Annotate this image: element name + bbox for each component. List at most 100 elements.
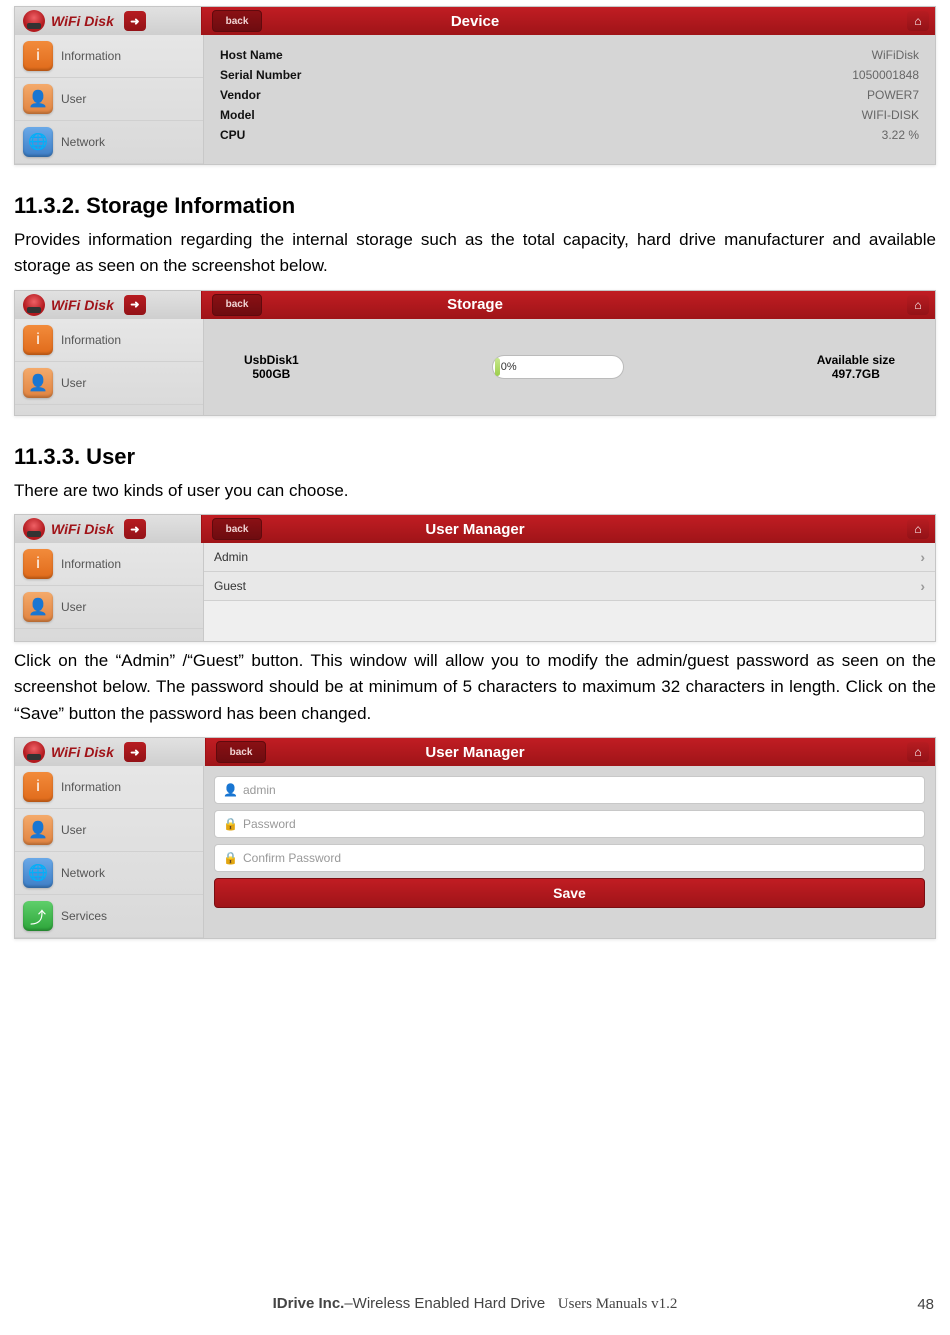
home-icon[interactable]: ⌂: [907, 742, 929, 762]
back-button[interactable]: back: [212, 294, 262, 316]
paragraph: Provides information regarding the inter…: [14, 227, 936, 280]
lock-icon: 🔒: [223, 817, 237, 831]
sidebar: i Information 👤 User: [15, 543, 204, 641]
heading-user: 11.3.3. User: [14, 444, 936, 470]
network-icon: 🌐: [23, 858, 53, 888]
password-field[interactable]: 🔒 Password: [214, 810, 925, 838]
info-row: ModelWIFI-DISK: [218, 105, 921, 125]
exit-icon[interactable]: ➜: [124, 742, 146, 762]
brand-logo-icon: [23, 10, 45, 32]
screenshot-device: WiFi Disk ➜ back Device ⌂ i Information …: [14, 6, 936, 165]
save-button[interactable]: Save: [214, 878, 925, 908]
brand-logo-icon: [23, 518, 45, 540]
exit-icon[interactable]: ➜: [124, 519, 146, 539]
disk-info: UsbDisk1 500GB: [244, 353, 299, 381]
page-title: Device: [451, 13, 499, 30]
confirm-password-field[interactable]: 🔒 Confirm Password: [214, 844, 925, 872]
page-title: Storage: [447, 296, 503, 313]
chevron-right-icon: ›: [920, 549, 925, 565]
sidebar-item-information[interactable]: i Information: [15, 35, 203, 78]
user-icon: 👤: [23, 368, 53, 398]
sidebar-item-information[interactable]: i Information: [15, 543, 203, 586]
footer-product: –Wireless Enabled Hard Drive: [344, 1295, 545, 1312]
back-button[interactable]: back: [212, 518, 262, 540]
page-title: User Manager: [425, 744, 524, 761]
brand-area: WiFi Disk ➜: [15, 515, 202, 543]
person-icon: 👤: [223, 783, 237, 797]
usage-progress: 0%: [492, 355, 624, 379]
sidebar-item-label: User: [61, 92, 86, 106]
sidebar-item-user[interactable]: 👤 User: [15, 586, 203, 629]
sidebar-item-label: Information: [61, 333, 121, 347]
username-field[interactable]: 👤 admin: [214, 776, 925, 804]
home-icon[interactable]: ⌂: [907, 519, 929, 539]
back-button[interactable]: back: [212, 10, 262, 32]
sidebar-item-label: Services: [61, 909, 107, 923]
lock-icon: 🔒: [223, 851, 237, 865]
brand-text: WiFi Disk: [51, 744, 114, 760]
sidebar-item-information[interactable]: i Information: [15, 766, 203, 809]
password-placeholder: Password: [243, 817, 296, 831]
screenshot-user-manager-list: WiFi Disk ➜ back User Manager ⌂ i Inform…: [14, 514, 936, 642]
brand-area: WiFi Disk ➜: [15, 291, 202, 319]
info-row: Serial Number1050001848: [218, 65, 921, 85]
back-button[interactable]: back: [216, 741, 266, 763]
user-icon: 👤: [23, 815, 53, 845]
brand-logo-icon: [23, 294, 45, 316]
user-row-label: Guest: [214, 579, 246, 593]
heading-storage-info: 11.3.2. Storage Information: [14, 193, 936, 219]
screenshot-storage: WiFi Disk ➜ back Storage ⌂ i Information…: [14, 290, 936, 416]
user-row-admin[interactable]: Admin ›: [204, 543, 935, 572]
sidebar-item-label: User: [61, 376, 86, 390]
page-title: User Manager: [425, 521, 524, 538]
user-icon: 👤: [23, 592, 53, 622]
sidebar-item-user[interactable]: 👤 User: [15, 362, 203, 405]
confirm-placeholder: Confirm Password: [243, 851, 341, 865]
brand-area: WiFi Disk ➜: [15, 7, 202, 35]
app-header: WiFi Disk ➜ back User Manager ⌂: [15, 515, 935, 543]
info-icon: i: [23, 41, 53, 71]
app-header: WiFi Disk ➜ back User Manager ⌂: [15, 738, 935, 766]
app-header: WiFi Disk ➜ back Storage ⌂: [15, 291, 935, 319]
brand-text: WiFi Disk: [51, 13, 114, 29]
services-icon: ⤴: [23, 901, 53, 931]
sidebar-item-user[interactable]: 👤 User: [15, 809, 203, 852]
brand-logo-icon: [23, 741, 45, 763]
sidebar-item-label: Network: [61, 135, 105, 149]
sidebar-item-network[interactable]: 🌐 Network: [15, 121, 203, 164]
sidebar-item-label: Information: [61, 557, 121, 571]
info-row: Host NameWiFiDisk: [218, 45, 921, 65]
user-row-label: Admin: [214, 550, 248, 564]
sidebar-item-information[interactable]: i Information: [15, 319, 203, 362]
username-value: admin: [243, 783, 276, 797]
available-info: Available size 497.7GB: [817, 353, 895, 381]
info-icon: i: [23, 325, 53, 355]
sidebar-item-network[interactable]: 🌐 Network: [15, 852, 203, 895]
sidebar-item-label: Network: [61, 866, 105, 880]
home-icon[interactable]: ⌂: [907, 295, 929, 315]
exit-icon[interactable]: ➜: [124, 295, 146, 315]
user-row-guest[interactable]: Guest ›: [204, 572, 935, 601]
paragraph: Click on the “Admin” /“Guest” button. Th…: [14, 648, 936, 727]
footer-company: IDrive Inc.: [273, 1295, 345, 1312]
screenshot-user-manager-form: WiFi Disk ➜ back User Manager ⌂ i Inform…: [14, 737, 936, 939]
exit-icon[interactable]: ➜: [124, 11, 146, 31]
home-icon[interactable]: ⌂: [907, 11, 929, 31]
info-icon: i: [23, 549, 53, 579]
brand-text: WiFi Disk: [51, 297, 114, 313]
info-row: VendorPOWER7: [218, 85, 921, 105]
sidebar: i Information 👤 User 🌐 Network ⤴ Service…: [15, 766, 204, 938]
page-number: 48: [917, 1296, 934, 1313]
sidebar-item-services[interactable]: ⤴ Services: [15, 895, 203, 938]
app-header: WiFi Disk ➜ back Device ⌂: [15, 7, 935, 35]
user-form: 👤 admin 🔒 Password 🔒 Confirm Password Sa…: [204, 766, 935, 938]
info-icon: i: [23, 772, 53, 802]
sidebar-item-user[interactable]: 👤 User: [15, 78, 203, 121]
sidebar-item-label: Information: [61, 49, 121, 63]
paragraph: There are two kinds of user you can choo…: [14, 478, 936, 504]
info-row: CPU3.22 %: [218, 125, 921, 145]
sidebar: i Information 👤 User: [15, 319, 204, 415]
usage-percent: 0%: [501, 361, 517, 373]
sidebar-item-label: Information: [61, 780, 121, 794]
user-icon: 👤: [23, 84, 53, 114]
